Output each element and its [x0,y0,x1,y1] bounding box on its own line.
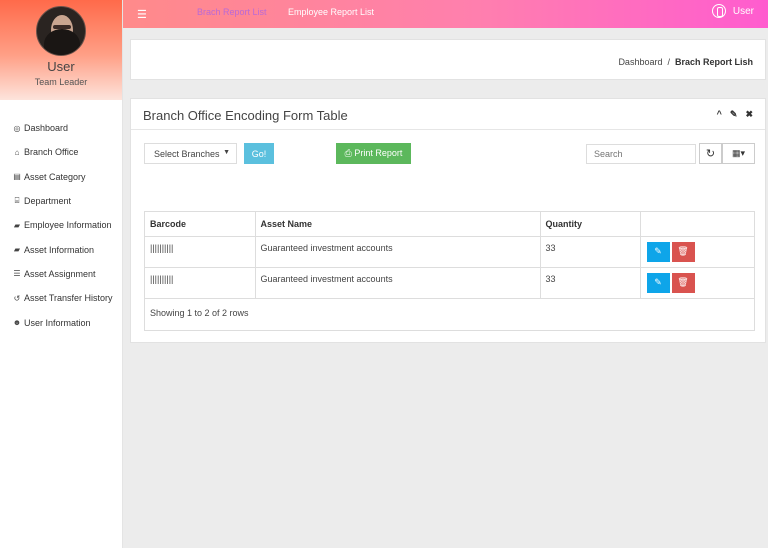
collapse-icon[interactable]: ^ [717,109,722,120]
sidebar-item-label: User Information [24,317,91,328]
refresh-icon[interactable]: ↻ [699,143,722,164]
column-header-barcode[interactable]: Barcode [145,212,256,237]
file-icon: ▤ [13,172,21,182]
sidebar-item-asset-assignment[interactable]: ☰ Asset Assignment [0,262,122,286]
table-row: |||||||||| Guaranteed investment account… [145,267,754,299]
sidebar-menu: ◎ Dashboard ⌂ Branch Office ▤ Asset Categor… [0,116,122,335]
columns-toggle-icon[interactable]: ▦▾ [722,143,755,164]
cell-quantity: 33 [540,236,641,268]
asset-table-container: Barcode Asset Name Quantity |||||||||| G… [144,211,755,331]
avatar[interactable] [36,6,86,56]
sidebar-item-label: Department [24,196,72,207]
folder-icon: ▰ [13,245,21,255]
sidebar-item-department[interactable]: ⌸ Department [0,189,122,213]
table-row: |||||||||| Guaranteed investment account… [145,236,754,268]
user-menu[interactable]: User [711,4,754,18]
edit-icon[interactable]: ✎ [646,272,670,293]
sidebar-item-user-information[interactable]: ☻ User Information [0,310,122,334]
wrench-icon[interactable]: ✎ [730,109,738,120]
sidebar-item-employee-information[interactable]: ▰ Employee Information [0,213,122,237]
sidebar-item-label: Asset Transfer History [24,293,113,304]
home-icon: ⌂ [14,147,20,157]
sidebar-item-asset-information[interactable]: ▰ Asset Information [0,237,122,261]
search-input[interactable] [586,144,696,164]
sidebar-item-label: Employee Information [24,220,112,231]
breadcrumb-panel: Dashboard / Brach Report Lish [130,39,766,80]
menu-toggle-icon[interactable]: ☰ [137,8,147,21]
nav-link-branch-report[interactable]: Brach Report List [197,7,267,17]
sidebar-item-label: Asset Information [24,244,95,255]
edit-icon[interactable]: ✎ [646,241,670,262]
sidebar-item-label: Asset Assignment [24,268,96,279]
sidebar-item-label: Dashboard [24,123,69,134]
cell-barcode: |||||||||| [145,236,256,268]
branch-select-label: Select Branches [154,149,220,159]
sidebar-item-dashboard[interactable]: ◎ Dashboard [0,116,122,140]
folder-icon: ▰ [13,220,21,230]
user-profile: User Team Leader [0,0,122,100]
user-menu-label: User [732,5,754,17]
profile-user-role: Team Leader [34,77,88,87]
cell-asset-name: Guaranteed investment accounts [255,236,541,268]
cell-quantity: 33 [540,267,641,299]
users-icon: ☻ [12,318,22,328]
report-panel: Branch Office Encoding Form Table ^ ✎ ✖ … [130,98,766,343]
cell-actions: ✎ 🗑 [640,267,754,299]
column-header-quantity[interactable]: Quantity [540,212,641,237]
top-navbar: ☰ Brach Report List Employee Report List… [123,0,768,28]
panel-tools: ^ ✎ ✖ [717,109,753,120]
panel-header: Branch Office Encoding Form Table ^ ✎ ✖ [131,99,765,130]
breadcrumb-home-link[interactable]: Dashboard [618,57,662,67]
asset-table: Barcode Asset Name Quantity |||||||||| G… [145,212,754,299]
trash-icon[interactable]: 🗑 [671,241,695,262]
table-header-row: Barcode Asset Name Quantity [145,212,754,237]
pagination-info: Showing 1 to 2 of 2 rows [150,308,249,318]
breadcrumb-separator: / [667,57,670,67]
branch-select[interactable]: Select Branches ▼ [144,143,237,164]
bank-icon: ⌸ [14,196,20,206]
sidebar-item-asset-category[interactable]: ▤ Asset Category [0,165,122,189]
list-icon: ☰ [13,269,21,279]
column-header-actions [640,212,754,237]
history-icon: ↺ [13,293,21,303]
sidebar-item-label: Asset Category [24,171,86,182]
sidebar: User Team Leader ◎ Dashboard ⌂ Branch Offi… [0,0,123,548]
sidebar-item-branch-office[interactable]: ⌂ Branch Office [0,140,122,164]
close-icon[interactable]: ✖ [745,109,753,120]
breadcrumb: Dashboard / Brach Report Lish [618,57,753,67]
sidebar-item-label: Branch Office [24,147,79,158]
nav-link-employee-report[interactable]: Employee Report List [288,7,374,17]
dashboard-icon: ◎ [13,123,21,133]
user-icon [711,4,726,18]
trash-icon[interactable]: 🗑 [671,272,695,293]
profile-user-name: User [47,59,75,74]
print-report-button[interactable]: ⎙ Print Report [336,143,411,164]
column-header-asset-name[interactable]: Asset Name [255,212,541,237]
sidebar-item-asset-transfer-history[interactable]: ↺ Asset Transfer History [0,286,122,310]
go-button[interactable]: Go! [244,143,274,164]
caret-down-icon: ▼ [223,149,230,156]
cell-asset-name: Guaranteed investment accounts [255,267,541,299]
panel-title: Branch Office Encoding Form Table [143,108,348,123]
cell-actions: ✎ 🗑 [640,236,754,268]
cell-barcode: |||||||||| [145,267,256,299]
breadcrumb-current: Brach Report Lish [674,57,753,67]
